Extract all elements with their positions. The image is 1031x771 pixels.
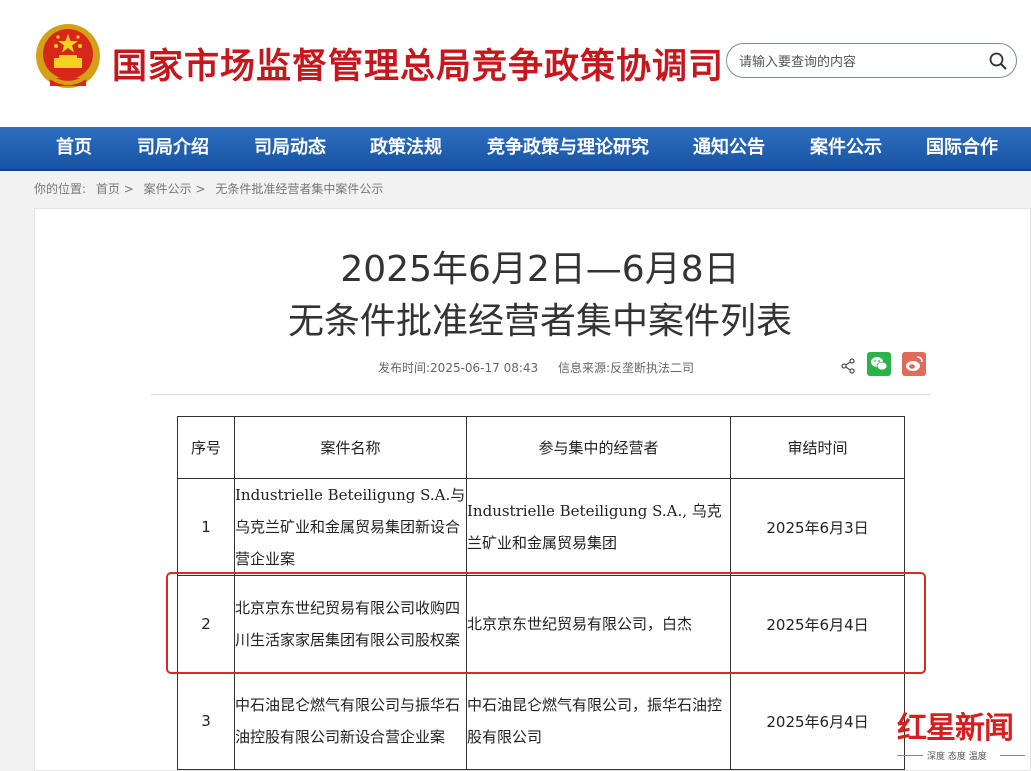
row-case-name: 北京京东世纪贸易有限公司收购四川生活家家居集团有限公司股权案 bbox=[234, 575, 467, 673]
breadcrumb-label: 你的位置: bbox=[34, 182, 87, 196]
breadcrumb-current[interactable]: 无条件批准经营者集中案件公示 bbox=[215, 182, 383, 196]
row-parties: 北京京东世纪贸易有限公司，白杰 bbox=[466, 575, 731, 673]
header-no: 序号 bbox=[177, 416, 235, 479]
nav-item-research[interactable]: 竞争政策与理论研究 bbox=[487, 127, 649, 169]
watermark-line bbox=[1000, 755, 1025, 756]
row-date: 2025年6月3日 bbox=[730, 478, 905, 576]
nav-item-cases[interactable]: 案件公示 bbox=[810, 127, 882, 169]
nav-item-policies[interactable]: 政策法规 bbox=[370, 127, 442, 169]
title-divider bbox=[151, 394, 931, 395]
article-title-line1: 2025年6月2日—6月8日 bbox=[340, 249, 740, 290]
table-row: 3 中石油昆仑燃气有限公司与振华石油控股有限公司新设合营企业案 中石油昆仑燃气有… bbox=[177, 672, 905, 770]
search-box bbox=[726, 43, 1017, 78]
site-title[interactable]: 国家市场监督管理总局竞争政策协调司 bbox=[112, 38, 724, 89]
nav-item-news[interactable]: 司局动态 bbox=[254, 127, 326, 169]
watermark: 红星新闻 深度 态度 温度 bbox=[897, 703, 1027, 771]
cases-table: 序号 案件名称 参与集中的经营者 审结时间 1 Industrielle Bet… bbox=[177, 416, 905, 770]
row-date: 2025年6月4日 bbox=[730, 672, 905, 770]
share-icon[interactable] bbox=[840, 358, 856, 374]
watermark-line bbox=[897, 755, 923, 756]
row-case-name: 中石油昆仑燃气有限公司与振华石油控股有限公司新设合营企业案 bbox=[234, 672, 467, 770]
publish-time: 发布时间:2025-06-17 08:43 bbox=[378, 361, 539, 375]
table-row: 1 Industrielle Beteiligung S.A.与乌克兰矿业和金属… bbox=[177, 478, 905, 576]
article-title-line2: 无条件批准经营者集中案件列表 bbox=[287, 301, 792, 342]
nav-item-about[interactable]: 司局介绍 bbox=[137, 127, 209, 169]
header-parties: 参与集中的经营者 bbox=[466, 416, 731, 479]
breadcrumb-home[interactable]: 首页 bbox=[96, 182, 120, 196]
search-input[interactable] bbox=[737, 51, 981, 73]
nav-item-home[interactable]: 首页 bbox=[56, 127, 92, 169]
breadcrumb-separator: > bbox=[195, 182, 206, 196]
row-no: 3 bbox=[177, 672, 235, 770]
row-case-name: Industrielle Beteiligung S.A.与乌克兰矿业和金属贸易… bbox=[234, 478, 467, 576]
breadcrumb-cases[interactable]: 案件公示 bbox=[144, 182, 192, 196]
watermark-brand: 红星新闻 bbox=[897, 711, 1014, 746]
nav-item-notices[interactable]: 通知公告 bbox=[693, 127, 765, 169]
weibo-icon[interactable] bbox=[902, 352, 926, 376]
header-case-name: 案件名称 bbox=[234, 416, 467, 479]
watermark-tagline: 深度 态度 温度 bbox=[927, 752, 987, 762]
row-no: 2 bbox=[177, 575, 235, 673]
row-no: 1 bbox=[177, 478, 235, 576]
row-parties: Industrielle Beteiligung S.A., 乌克兰矿业和金属贸… bbox=[466, 478, 731, 576]
nav-item-international[interactable]: 国际合作 bbox=[926, 127, 998, 169]
breadcrumb: 你的位置: 首页 > 案件公示 > 无条件批准经营者集中案件公示 bbox=[34, 180, 383, 197]
site-header: 国家市场监督管理总局竞争政策协调司 bbox=[0, 0, 1031, 127]
main-nav: 首页 司局介绍 司局动态 政策法规 竞争政策与理论研究 通知公告 案件公示 国际… bbox=[0, 127, 1031, 171]
national-emblem-icon bbox=[36, 24, 100, 88]
table-header-row: 序号 案件名称 参与集中的经营者 审结时间 bbox=[177, 416, 905, 479]
row-parties: 中石油昆仑燃气有限公司，振华石油控股有限公司 bbox=[466, 672, 731, 770]
info-source: 信息来源:反垄断执法二司 bbox=[558, 361, 695, 375]
row-date: 2025年6月4日 bbox=[730, 575, 905, 673]
search-icon[interactable] bbox=[988, 51, 1008, 71]
wechat-icon[interactable] bbox=[867, 352, 891, 376]
breadcrumb-separator: > bbox=[123, 182, 134, 196]
table-row: 2 北京京东世纪贸易有限公司收购四川生活家家居集团有限公司股权案 北京京东世纪贸… bbox=[177, 575, 905, 673]
header-date: 审结时间 bbox=[730, 416, 905, 479]
